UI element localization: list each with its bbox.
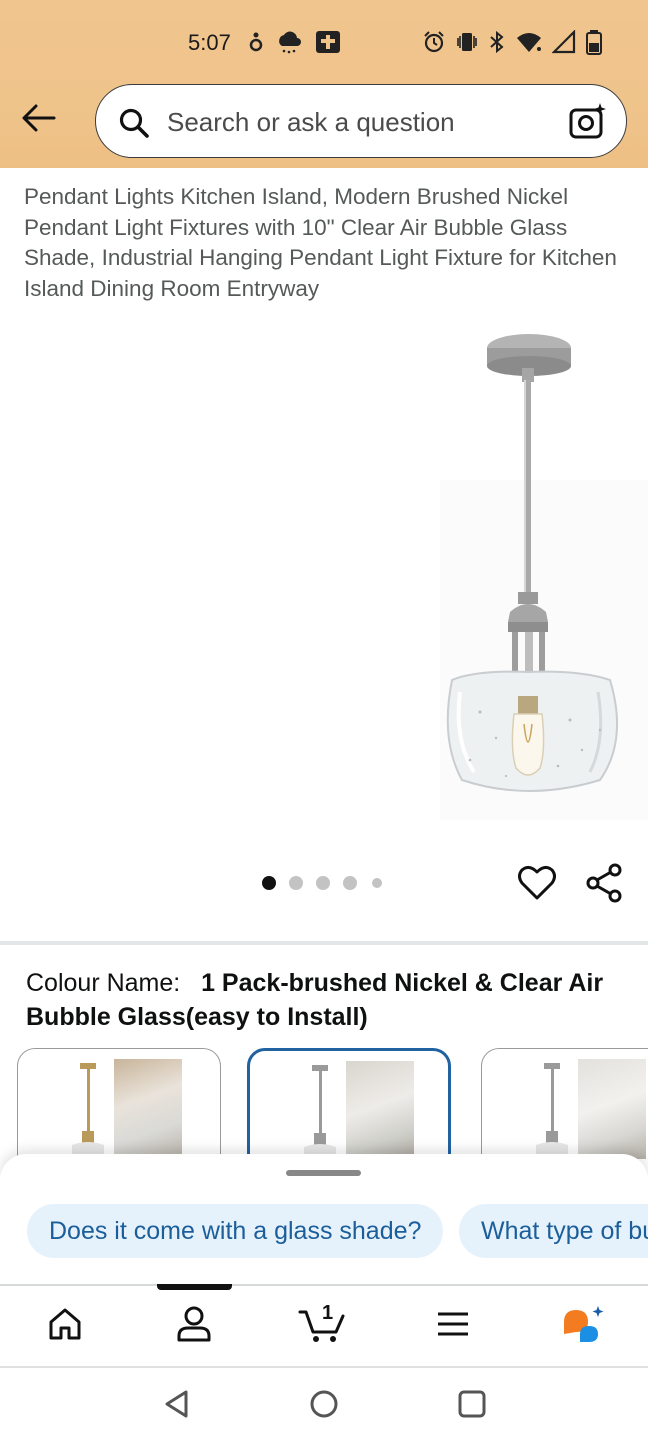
signal-icon <box>552 30 576 54</box>
nav-account[interactable] <box>169 1304 219 1348</box>
bluetooth-icon <box>488 30 506 54</box>
swatch-room-photo <box>578 1059 646 1159</box>
system-navigation-bar <box>0 1368 648 1440</box>
camera-search-icon[interactable] <box>568 101 608 146</box>
sheet-drag-handle[interactable] <box>286 1170 361 1176</box>
colour-swatch-brushed-nickel-alt[interactable] <box>481 1048 648 1166</box>
search-input[interactable]: Search or ask a question <box>95 84 627 158</box>
alarm-icon <box>422 30 446 54</box>
back-button[interactable] <box>16 100 60 140</box>
carousel-dot[interactable] <box>289 876 303 890</box>
swatch-lamp-image <box>304 1065 336 1163</box>
swatch-lamp-image <box>536 1063 568 1161</box>
colour-swatch-brass[interactable] <box>17 1048 221 1166</box>
active-tab-indicator <box>157 1284 232 1290</box>
system-back-button[interactable] <box>157 1386 197 1426</box>
colour-selection-label: Colour Name: 1 Pack-brushed Nickel & Cle… <box>26 966 626 1034</box>
recents-square-icon <box>457 1389 487 1424</box>
search-icon <box>118 107 150 144</box>
carousel-dot[interactable] <box>316 876 330 890</box>
add-to-list-button[interactable] <box>516 862 558 904</box>
carousel-dot[interactable] <box>343 876 357 890</box>
colour-label: Colour Name: <box>26 969 181 997</box>
home-icon <box>47 1306 83 1347</box>
status-time: 5:07 <box>188 30 231 55</box>
bottom-navigation <box>0 1284 648 1366</box>
nav-rufus[interactable] <box>558 1304 608 1348</box>
suggestion-chip[interactable]: Does it come with a glass shade? <box>27 1204 444 1258</box>
rufus-icon <box>560 1304 606 1349</box>
share-icon <box>584 863 626 908</box>
colour-swatch-brushed-nickel[interactable] <box>247 1048 451 1166</box>
carousel-dot[interactable] <box>262 876 276 890</box>
section-divider <box>0 941 648 945</box>
image-carousel-dots[interactable] <box>262 876 382 890</box>
status-bar: 5:07 <box>0 0 648 86</box>
share-button[interactable] <box>584 862 626 904</box>
nav-home[interactable] <box>40 1304 90 1348</box>
heart-icon <box>516 865 558 908</box>
home-circle-icon <box>309 1389 339 1424</box>
wifi-icon <box>515 30 543 54</box>
system-home-button[interactable] <box>304 1386 344 1426</box>
system-recents-button[interactable] <box>452 1386 492 1426</box>
swatch-room-photo <box>114 1059 182 1159</box>
nav-menu[interactable] <box>428 1304 478 1348</box>
back-arrow-icon <box>20 103 56 138</box>
vibrate-icon <box>455 30 479 54</box>
swatch-lamp-image <box>72 1063 104 1161</box>
bible-app-icon <box>314 29 342 55</box>
location-icon <box>248 30 264 54</box>
cart-count: 1 <box>322 1302 334 1324</box>
product-image[interactable] <box>430 320 648 820</box>
colour-swatch-list <box>0 1046 648 1166</box>
product-title[interactable]: Pendant Lights Kitchen Island, Modern Br… <box>24 182 624 304</box>
account-icon <box>176 1305 212 1348</box>
battery-icon <box>585 29 603 55</box>
menu-icon <box>436 1310 470 1343</box>
swatch-room-photo <box>346 1061 414 1161</box>
carousel-dot[interactable] <box>372 878 382 888</box>
search-placeholder: Search or ask a question <box>167 107 455 137</box>
weather-icon <box>276 29 302 55</box>
back-triangle-icon <box>162 1389 192 1424</box>
suggestion-chip[interactable]: What type of bulb <box>459 1204 648 1258</box>
suggestions-sheet: Does it come with a glass shade? What ty… <box>0 1154 648 1290</box>
